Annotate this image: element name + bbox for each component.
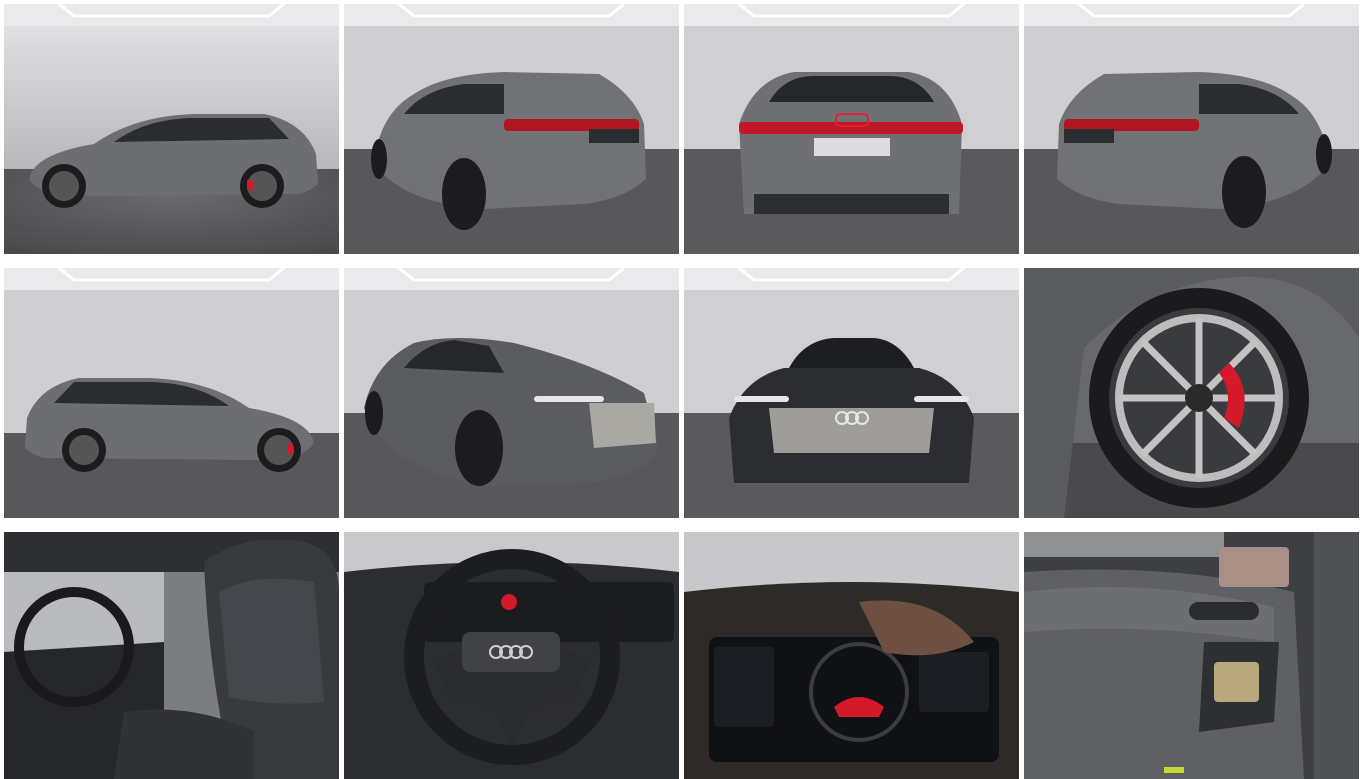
photo-gallery	[0, 0, 1365, 779]
photo-rear-three-quarter-right[interactable]	[1024, 4, 1359, 254]
seats-image	[4, 532, 339, 779]
car-side-right-image	[4, 268, 339, 518]
photo-door-panel[interactable]	[1024, 532, 1359, 779]
photo-interior-seats[interactable]	[4, 532, 339, 779]
car-rear34-image	[344, 4, 679, 254]
photo-front-three-quarter[interactable]	[344, 268, 679, 518]
steering-image	[344, 532, 679, 779]
car-rear-image	[684, 4, 1019, 254]
photo-rear[interactable]	[684, 4, 1019, 254]
photo-side-right[interactable]	[4, 268, 339, 518]
photo-instrument-cluster[interactable]	[684, 532, 1019, 779]
photo-steering-wheel[interactable]	[344, 532, 679, 779]
car-front-image	[684, 268, 1019, 518]
photo-front[interactable]	[684, 268, 1019, 518]
photo-wheel-detail[interactable]	[1024, 268, 1359, 518]
cluster-image	[684, 532, 1019, 779]
photo-rear-three-quarter-left[interactable]	[344, 4, 679, 254]
door-image	[1024, 532, 1359, 779]
wheel-image	[1024, 268, 1359, 518]
car-rear34-right-image	[1024, 4, 1359, 254]
car-side-image	[4, 4, 339, 254]
photo-side-left[interactable]	[4, 4, 339, 254]
car-front34-image	[344, 268, 679, 518]
